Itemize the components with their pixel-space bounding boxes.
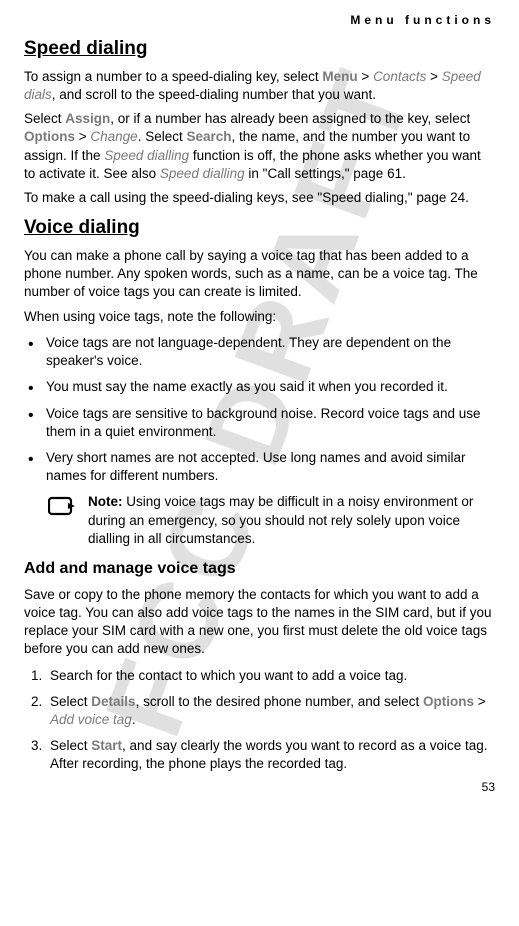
search-label: Search — [186, 129, 231, 144]
text: , and scroll to the speed-dialing number… — [52, 87, 376, 102]
text: > — [358, 69, 373, 84]
text: To assign a number to a speed-dialing ke… — [24, 69, 322, 84]
heading-add-manage: Add and manage voice tags — [24, 558, 495, 580]
text: > — [474, 694, 486, 709]
speed-dialing-p2: Select Assign, or if a number has alread… — [24, 110, 495, 183]
add-voice-tag-label: Add voice tag — [50, 712, 132, 727]
note-icon — [48, 495, 76, 519]
list-item: Very short names are not accepted. Use l… — [24, 449, 495, 485]
text: , or if a number has already been assign… — [110, 111, 470, 126]
add-manage-p1: Save or copy to the phone memory the con… — [24, 586, 495, 659]
voice-dialing-p1: You can make a phone call by saying a vo… — [24, 247, 495, 302]
note-label: Note: — [88, 494, 123, 509]
text: . — [132, 712, 136, 727]
text: in "Call settings," page 61. — [245, 166, 406, 181]
note-block: Note: Using voice tags may be difficult … — [48, 493, 495, 548]
text: Select — [50, 694, 91, 709]
speed-dialing-p3: To make a call using the speed-dialing k… — [24, 189, 495, 207]
menu-label: Menu — [322, 69, 357, 84]
list-item: Voice tags are not language-dependent. T… — [24, 334, 495, 370]
details-label: Details — [91, 694, 135, 709]
speeddialling-label: Speed dialling — [104, 148, 189, 163]
heading-speed-dialing: Speed dialing — [24, 36, 495, 62]
heading-voice-dialing: Voice dialing — [24, 215, 495, 241]
step-2: Select Details, scroll to the desired ph… — [46, 693, 495, 729]
add-manage-steps: Search for the contact to which you want… — [24, 667, 495, 774]
text: Select — [24, 111, 65, 126]
voice-dialing-bullets: Voice tags are not language-dependent. T… — [24, 334, 495, 486]
note-body: Using voice tags may be difficult in a n… — [88, 494, 473, 545]
text: > — [426, 69, 441, 84]
text: > — [75, 129, 90, 144]
running-header: Menu functions — [24, 12, 495, 28]
text: Select — [50, 738, 91, 753]
options-label: Options — [423, 694, 474, 709]
text: . Select — [138, 129, 187, 144]
change-label: Change — [90, 129, 137, 144]
list-item: You must say the name exactly as you sai… — [24, 378, 495, 396]
start-label: Start — [91, 738, 122, 753]
text: , scroll to the desired phone number, an… — [136, 694, 423, 709]
options-label: Options — [24, 129, 75, 144]
speeddialling-label-2: Speed dialling — [160, 166, 245, 181]
step-3: Select Start, and say clearly the words … — [46, 737, 495, 773]
step-1: Search for the contact to which you want… — [46, 667, 495, 685]
list-item: Voice tags are sensitive to background n… — [24, 405, 495, 441]
speed-dialing-p1: To assign a number to a speed-dialing ke… — [24, 68, 495, 104]
contacts-label: Contacts — [373, 69, 426, 84]
page-number: 53 — [482, 779, 495, 795]
voice-dialing-p2: When using voice tags, note the followin… — [24, 308, 495, 326]
note-text: Note: Using voice tags may be difficult … — [88, 493, 495, 548]
assign-label: Assign — [65, 111, 110, 126]
